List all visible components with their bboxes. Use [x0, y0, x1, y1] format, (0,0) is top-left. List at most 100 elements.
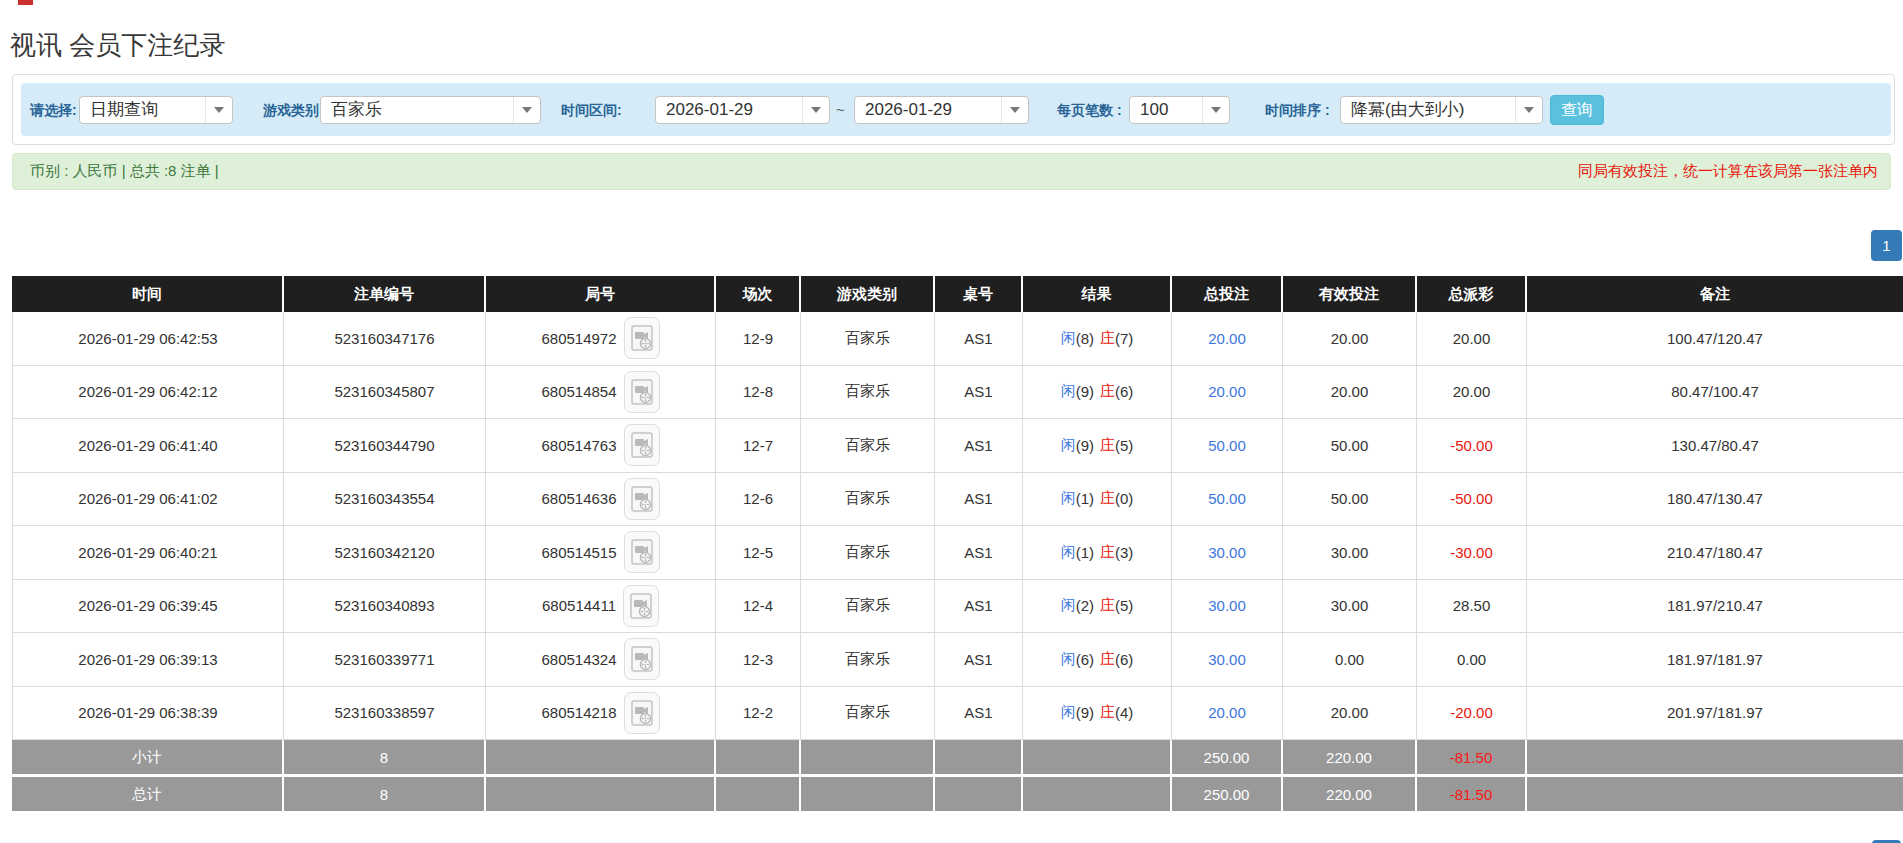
- video-replay-button[interactable]: [624, 371, 660, 413]
- player-result-label: 闲: [1061, 650, 1076, 669]
- time-sort-select[interactable]: 降冪(由大到小): [1340, 96, 1543, 124]
- video-replay-button[interactable]: [624, 638, 660, 680]
- total-row-cell-7: 250.00: [1172, 777, 1283, 811]
- game-type-cell: 百家乐: [801, 633, 935, 687]
- payout-cell: -50.00: [1417, 419, 1527, 473]
- subtotal-row-cell-2: [486, 740, 716, 774]
- page-size-label: 每页笔数 :: [1057, 96, 1122, 124]
- video-file-icon: [631, 325, 653, 351]
- session-cell: 12-6: [716, 473, 801, 527]
- total-row-cell-10: [1527, 777, 1903, 811]
- chevron-down-icon: [1515, 97, 1542, 123]
- table-body: 2026-01-29 06:42:53523160347176680514972…: [12, 312, 1903, 740]
- summary-bar: 币别 : 人民币 | 总共 :8 注单 | 同局有效投注，统一计算在该局第一张注…: [12, 153, 1891, 190]
- player-result-points: (1): [1076, 490, 1094, 507]
- video-replay-button[interactable]: [623, 585, 659, 627]
- total-row-cell-6: [1023, 777, 1172, 811]
- player-result-label: 闲: [1061, 489, 1076, 508]
- bet-records-table: 时间注单编号局号场次游戏类别桌号结果总投注有效投注总派彩备注 2026-01-2…: [12, 276, 1903, 811]
- total-bet-link[interactable]: 20.00: [1208, 704, 1246, 721]
- video-replay-button[interactable]: [624, 531, 660, 573]
- result-cell: 闲(9)庄(4): [1023, 687, 1172, 741]
- total-row-cell-2: [486, 777, 716, 811]
- round-cell: 680514854: [486, 366, 716, 420]
- total-bet-link[interactable]: 20.00: [1208, 330, 1246, 347]
- video-replay-button[interactable]: [624, 317, 660, 359]
- table-footer: 小计8250.00220.00-81.50总计8250.00220.00-81.…: [12, 740, 1903, 811]
- total-bet-link[interactable]: 30.00: [1208, 544, 1246, 561]
- total-bet-link[interactable]: 30.00: [1208, 651, 1246, 668]
- pagination-page-1-button[interactable]: 1: [1871, 230, 1902, 261]
- summary-notice-text: 同局有效投注，统一计算在该局第一张注单内: [1578, 154, 1878, 189]
- page-size-select[interactable]: 100: [1129, 96, 1230, 124]
- date-to-select[interactable]: 2026-01-29: [854, 96, 1029, 124]
- search-button[interactable]: 查询: [1550, 95, 1604, 125]
- remark-cell: 80.47/100.47: [1527, 366, 1903, 420]
- video-file-icon: [631, 700, 653, 726]
- query-type-select[interactable]: 日期查询: [79, 96, 233, 124]
- bet-id-cell: 523160338597: [284, 687, 486, 741]
- total-bet-cell: 30.00: [1172, 526, 1283, 580]
- chevron-down-icon: [205, 97, 232, 123]
- round-id-text: 680514636: [541, 490, 616, 507]
- valid-bet-cell: 20.00: [1283, 312, 1417, 366]
- player-result-label: 闲: [1061, 703, 1076, 722]
- banker-result-label: 庄: [1100, 543, 1115, 562]
- round-cell: 680514972: [486, 312, 716, 366]
- player-result-label: 闲: [1061, 543, 1076, 562]
- player-result-label: 闲: [1061, 596, 1076, 615]
- session-cell: 12-3: [716, 633, 801, 687]
- banker-result-label: 庄: [1100, 650, 1115, 669]
- round-id-text: 680514515: [541, 544, 616, 561]
- time-sort-label: 时间排序 :: [1265, 96, 1330, 124]
- total-bet-cell: 50.00: [1172, 419, 1283, 473]
- video-file-icon: [631, 486, 653, 512]
- total-bet-link[interactable]: 50.00: [1208, 490, 1246, 507]
- time-cell: 2026-01-29 06:40:21: [12, 526, 284, 580]
- player-result-label: 闲: [1061, 382, 1076, 401]
- video-file-icon: [631, 646, 653, 672]
- table-no-cell: AS1: [935, 312, 1023, 366]
- subtotal-row-cell-0: 小计: [12, 740, 284, 774]
- total-row-cell-3: [716, 777, 801, 811]
- subtotal-row-cell-8: 220.00: [1283, 740, 1417, 774]
- bet-id-cell: 523160342120: [284, 526, 486, 580]
- header-cell-1: 注单编号: [284, 276, 486, 312]
- player-result-label: 闲: [1061, 329, 1076, 348]
- round-cell: 680514411: [486, 580, 716, 634]
- total-bet-link[interactable]: 20.00: [1208, 383, 1246, 400]
- banker-result-label: 庄: [1100, 596, 1115, 615]
- game-type-cell: 百家乐: [801, 366, 935, 420]
- video-file-icon: [631, 539, 653, 565]
- game-type-label: 游戏类别: [263, 96, 319, 124]
- banker-result-label: 庄: [1100, 329, 1115, 348]
- result-cell: 闲(1)庄(3): [1023, 526, 1172, 580]
- valid-bet-cell: 20.00: [1283, 366, 1417, 420]
- chevron-down-icon: [513, 97, 540, 123]
- game-type-select[interactable]: 百家乐: [320, 96, 541, 124]
- game-type-cell: 百家乐: [801, 580, 935, 634]
- header-cell-0: 时间: [12, 276, 284, 312]
- round-cell: 680514763: [486, 419, 716, 473]
- subtotal-row-cell-4: [801, 740, 935, 774]
- total-bet-link[interactable]: 30.00: [1208, 597, 1246, 614]
- subtotal-row-cell-6: [1023, 740, 1172, 774]
- result-cell: 闲(1)庄(0): [1023, 473, 1172, 527]
- player-result-points: (2): [1076, 597, 1094, 614]
- session-cell: 12-2: [716, 687, 801, 741]
- table-row: 2026-01-29 06:39:13523160339771680514324…: [12, 633, 1903, 687]
- time-cell: 2026-01-29 06:41:02: [12, 473, 284, 527]
- banker-result-points: (4): [1115, 704, 1133, 721]
- date-from-select[interactable]: 2026-01-29: [655, 96, 830, 124]
- video-replay-button[interactable]: [624, 692, 660, 734]
- bet-id-cell: 523160343554: [284, 473, 486, 527]
- table-row: 2026-01-29 06:42:53523160347176680514972…: [12, 312, 1903, 366]
- total-bet-cell: 30.00: [1172, 633, 1283, 687]
- video-replay-button[interactable]: [624, 424, 660, 466]
- video-replay-button[interactable]: [624, 478, 660, 520]
- header-cell-8: 有效投注: [1283, 276, 1417, 312]
- time-range-label: 时间区间:: [561, 96, 622, 124]
- total-bet-link[interactable]: 50.00: [1208, 437, 1246, 454]
- header-cell-7: 总投注: [1172, 276, 1283, 312]
- subtotal-row: 小计8250.00220.00-81.50: [12, 740, 1903, 774]
